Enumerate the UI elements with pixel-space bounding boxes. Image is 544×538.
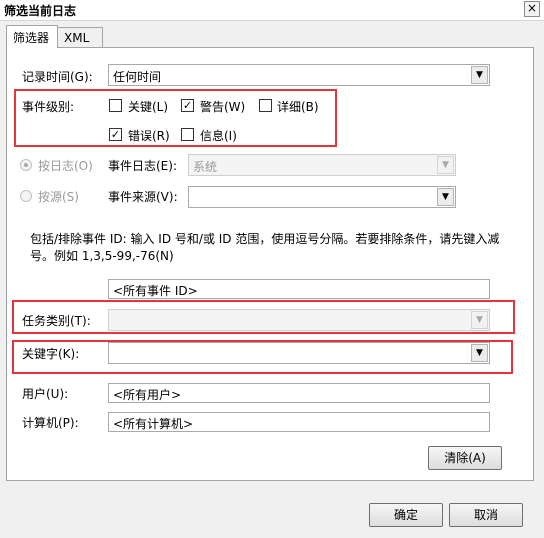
chevron-down-icon[interactable]: ▼ xyxy=(437,188,454,206)
event-log-select[interactable]: 系统 ▼ xyxy=(188,154,456,176)
by-source-label[interactable]: 按源(S) xyxy=(38,188,79,205)
event-source-label: 事件来源(V): xyxy=(108,190,178,204)
close-icon: × xyxy=(526,1,538,15)
error-checkbox[interactable]: ✓ xyxy=(109,128,122,141)
event-id-input[interactable]: <所有事件 ID> xyxy=(108,279,490,299)
logged-value: 任何时间 xyxy=(113,70,162,84)
verbose-label[interactable]: 详细(B) xyxy=(277,98,319,115)
event-log-value: 系统 xyxy=(193,160,218,174)
tab-filter[interactable]: 筛选器 xyxy=(6,25,58,48)
event-id-value: <所有事件 ID> xyxy=(113,284,198,298)
by-source-radio[interactable] xyxy=(20,190,32,202)
logged-label: 记录时间(G): xyxy=(22,70,93,84)
title-bar: 筛选当前日志 × xyxy=(0,0,544,21)
user-input[interactable]: <所有用户> xyxy=(108,383,490,403)
verbose-checkbox[interactable] xyxy=(259,99,272,112)
tab-xml[interactable]: XML xyxy=(57,27,103,48)
window-title: 筛选当前日志 xyxy=(4,4,77,18)
clear-button[interactable]: 清除(A) xyxy=(428,446,502,470)
computer-value: <所有计算机> xyxy=(113,417,194,431)
cancel-button[interactable]: 取消 xyxy=(449,503,523,527)
logged-select[interactable]: 任何时间 ▼ xyxy=(108,64,490,86)
critical-label[interactable]: 关键(L) xyxy=(128,98,168,115)
ok-button[interactable]: 确定 xyxy=(369,503,443,527)
warning-label[interactable]: 警告(W) xyxy=(200,98,245,115)
information-label[interactable]: 信息(I) xyxy=(200,127,237,144)
error-label[interactable]: 错误(R) xyxy=(128,127,170,144)
chevron-down-icon[interactable]: ▼ xyxy=(437,156,454,174)
chevron-down-icon[interactable]: ▼ xyxy=(471,311,488,329)
chevron-down-icon[interactable]: ▼ xyxy=(471,344,488,362)
critical-checkbox[interactable] xyxy=(109,99,122,112)
tab-xml-label: XML xyxy=(64,31,90,45)
keywords-label: 关键字(K): xyxy=(22,347,80,361)
chevron-down-icon[interactable]: ▼ xyxy=(471,66,488,84)
by-log-radio[interactable] xyxy=(20,159,32,171)
event-log-label: 事件日志(E): xyxy=(108,159,177,173)
user-value: <所有用户> xyxy=(113,388,182,402)
computer-input[interactable]: <所有计算机> xyxy=(108,412,490,432)
event-source-select[interactable]: ▼ xyxy=(188,186,456,208)
event-level-label: 事件级别: xyxy=(22,100,75,114)
task-category-label: 任务类别(T): xyxy=(22,314,91,328)
tab-filter-label: 筛选器 xyxy=(13,31,50,45)
user-label: 用户(U): xyxy=(22,387,69,401)
information-checkbox[interactable] xyxy=(181,128,194,141)
by-log-label[interactable]: 按日志(O) xyxy=(38,157,93,174)
computer-label: 计算机(P): xyxy=(22,416,79,430)
warning-checkbox[interactable]: ✓ xyxy=(181,99,194,112)
event-id-description: 包括/排除事件 ID: 输入 ID 号和/或 ID 范围，使用逗号分隔。若要排除… xyxy=(30,232,500,263)
keywords-select[interactable]: ▼ xyxy=(108,342,490,364)
task-category-select[interactable]: ▼ xyxy=(108,309,490,331)
close-button[interactable]: × xyxy=(524,1,540,17)
